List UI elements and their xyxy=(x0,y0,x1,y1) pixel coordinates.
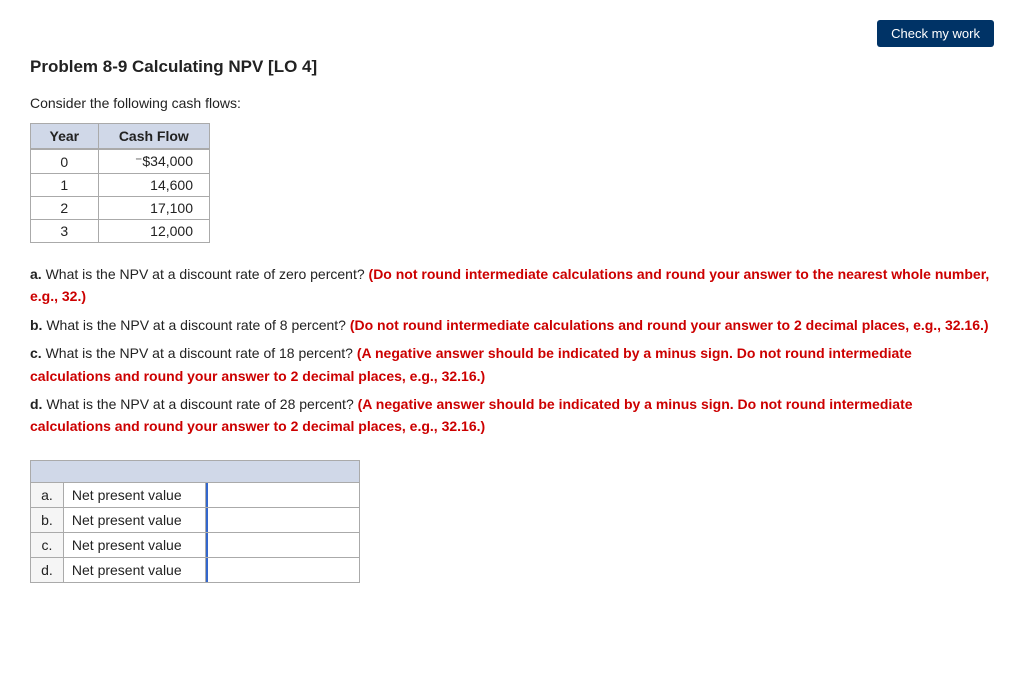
top-bar: Check my work xyxy=(30,20,994,47)
answer-input-cell[interactable] xyxy=(206,507,360,532)
cash-flow-value: ⁻$34,000 xyxy=(98,149,209,174)
intro-text: Consider the following cash flows: xyxy=(30,95,994,111)
answer-section: a. Net present value b. Net present valu… xyxy=(30,460,994,583)
cash-flow-value: 14,600 xyxy=(98,174,209,197)
answer-input-d[interactable] xyxy=(206,558,359,582)
answer-table: a. Net present value b. Net present valu… xyxy=(30,460,360,583)
answer-row: d. Net present value xyxy=(31,557,360,582)
cash-flow-row: 0 ⁻$34,000 xyxy=(31,149,210,174)
answer-input-a[interactable] xyxy=(206,483,359,507)
answer-input-cell[interactable] xyxy=(206,482,360,507)
question-d: d. What is the NPV at a discount rate of… xyxy=(30,393,994,438)
cash-flow-year: 1 xyxy=(31,174,99,197)
answer-input-c[interactable] xyxy=(206,533,359,557)
cash-flow-row: 2 17,100 xyxy=(31,197,210,220)
cash-flow-year: 0 xyxy=(31,149,99,174)
answer-row-label: a. xyxy=(31,482,64,507)
cash-flow-table: Year Cash Flow 0 ⁻$34,000 1 14,600 2 17,… xyxy=(30,123,210,243)
answer-input-b[interactable] xyxy=(206,508,359,532)
answer-row: c. Net present value xyxy=(31,532,360,557)
cash-flow-row: 3 12,000 xyxy=(31,220,210,243)
answer-row: a. Net present value xyxy=(31,482,360,507)
answer-input-cell[interactable] xyxy=(206,557,360,582)
col-header-cashflow: Cash Flow xyxy=(98,124,209,150)
cash-flow-value: 12,000 xyxy=(98,220,209,243)
question-c: c. What is the NPV at a discount rate of… xyxy=(30,342,994,387)
cash-flow-year: 3 xyxy=(31,220,99,243)
answer-field-label: Net present value xyxy=(63,532,206,557)
cash-flow-row: 1 14,600 xyxy=(31,174,210,197)
answer-row-label: c. xyxy=(31,532,64,557)
col-header-year: Year xyxy=(31,124,99,150)
cash-flow-year: 2 xyxy=(31,197,99,220)
answer-field-label: Net present value xyxy=(63,482,206,507)
check-my-work-button[interactable]: Check my work xyxy=(877,20,994,47)
cash-flow-value: 17,100 xyxy=(98,197,209,220)
question-b: b. What is the NPV at a discount rate of… xyxy=(30,314,994,336)
answer-row-label: d. xyxy=(31,557,64,582)
problem-title: Problem 8-9 Calculating NPV [LO 4] xyxy=(30,57,994,77)
answer-row: b. Net present value xyxy=(31,507,360,532)
questions-section: a. What is the NPV at a discount rate of… xyxy=(30,263,994,438)
answer-field-label: Net present value xyxy=(63,507,206,532)
answer-table-header xyxy=(31,460,360,482)
answer-field-label: Net present value xyxy=(63,557,206,582)
question-a: a. What is the NPV at a discount rate of… xyxy=(30,263,994,308)
answer-row-label: b. xyxy=(31,507,64,532)
answer-input-cell[interactable] xyxy=(206,532,360,557)
